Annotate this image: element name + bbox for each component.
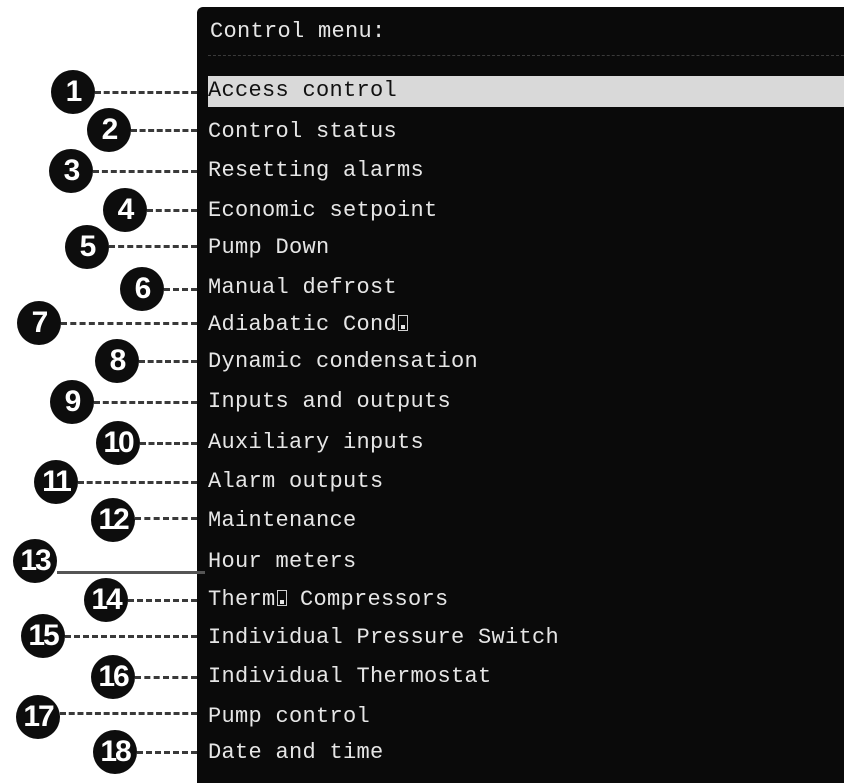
callout-badge-8: 8 — [95, 339, 139, 383]
menu-item-16[interactable]: Individual Thermostat — [208, 662, 492, 692]
callout-leader-12 — [135, 517, 197, 520]
menu-item-label: Economic setpoint — [208, 198, 438, 223]
callout-leader-15 — [65, 635, 197, 638]
menu-item-8[interactable]: Dynamic condensation — [208, 347, 478, 377]
menu-item-label: Adiabatic Cond — [208, 312, 398, 337]
menu-item-label: Pump Down — [208, 235, 330, 260]
menu-item-label: Maintenance — [208, 508, 357, 533]
callout-badge-4: 4 — [103, 188, 147, 232]
menu-item-17[interactable]: Pump control — [208, 702, 370, 732]
callout-leader-16 — [135, 676, 197, 679]
menu-item-7[interactable]: Adiabatic Cond — [208, 310, 409, 340]
callout-badge-15: 15 — [21, 614, 65, 658]
callout-leader-1 — [95, 91, 197, 94]
menu-item-label: Alarm outputs — [208, 469, 384, 494]
callout-leader-8 — [139, 360, 197, 363]
menu-item-label: Access control — [208, 78, 398, 103]
callout-badge-7: 7 — [17, 301, 61, 345]
callout-leader-5 — [109, 245, 197, 248]
callout-leader-18 — [137, 751, 197, 754]
callout-badge-14: 14 — [84, 578, 128, 622]
menu-item-label: Individual Pressure Switch — [208, 625, 560, 650]
title-divider — [208, 55, 844, 56]
menu-item-12[interactable]: Maintenance — [208, 506, 357, 536]
menu-item-9[interactable]: Inputs and outputs — [208, 387, 451, 417]
callout-leader-13 — [57, 571, 205, 574]
callout-leader-9 — [94, 401, 197, 404]
callout-badge-6: 6 — [120, 267, 164, 311]
menu-item-label: Manual defrost — [208, 275, 398, 300]
callout-badge-16: 16 — [91, 655, 135, 699]
callout-badge-13: 13 — [13, 539, 57, 583]
callout-leader-6 — [164, 288, 197, 291]
menu-item-3[interactable]: Resetting alarms — [208, 156, 424, 186]
callout-badge-5: 5 — [65, 225, 109, 269]
menu-item-4[interactable]: Economic setpoint — [208, 196, 438, 226]
callout-badge-12: 12 — [91, 498, 135, 542]
menu-item-label: Date and time — [208, 740, 384, 765]
callout-badge-1: 1 — [51, 70, 95, 114]
callout-leader-14 — [128, 599, 197, 602]
menu-item-15[interactable]: Individual Pressure Switch — [208, 623, 559, 653]
menu-item-10[interactable]: Auxiliary inputs — [208, 428, 424, 458]
lcd-char-cell-icon — [276, 590, 287, 606]
menu-item-1[interactable]: Access control — [208, 76, 397, 106]
menu-item-label: Inputs and outputs — [208, 389, 452, 414]
menu-item-13[interactable]: Hour meters — [208, 547, 357, 577]
callout-badge-18: 18 — [93, 730, 137, 774]
callout-leader-11 — [78, 481, 197, 484]
menu-item-label: Auxiliary inputs — [208, 430, 425, 455]
callout-badge-10: 10 — [96, 421, 140, 465]
menu-item-label: Pump control — [208, 704, 371, 729]
menu-item-label: Dynamic condensation — [208, 349, 479, 374]
menu-item-14[interactable]: Therm Compressors — [208, 585, 449, 615]
callout-leader-4 — [147, 209, 197, 212]
menu-item-6[interactable]: Manual defrost — [208, 273, 397, 303]
callout-badge-2: 2 — [87, 108, 131, 152]
menu-item-label: Individual Thermostat — [208, 664, 492, 689]
menu-title: Control menu: — [210, 19, 386, 44]
callout-badge-3: 3 — [49, 149, 93, 193]
menu-item-label: Resetting alarms — [208, 158, 425, 183]
menu-item-label: Therm — [208, 587, 276, 612]
callout-leader-7 — [61, 322, 197, 325]
callout-badge-11: 11 — [34, 460, 78, 504]
callout-badge-17: 17 — [16, 695, 60, 739]
callout-leader-3 — [93, 170, 197, 173]
menu-item-18[interactable]: Date and time — [208, 738, 384, 768]
menu-item-11[interactable]: Alarm outputs — [208, 467, 384, 497]
menu-item-label-suffix: Compressors — [286, 587, 449, 612]
menu-item-label: Control status — [208, 119, 398, 144]
menu-item-2[interactable]: Control status — [208, 117, 397, 147]
callout-leader-2 — [131, 129, 197, 132]
lcd-char-cell-icon — [398, 315, 409, 331]
callout-badge-9: 9 — [50, 380, 94, 424]
menu-item-5[interactable]: Pump Down — [208, 233, 330, 263]
callout-leader-10 — [140, 442, 197, 445]
menu-item-label: Hour meters — [208, 549, 357, 574]
callout-leader-17 — [60, 712, 197, 715]
